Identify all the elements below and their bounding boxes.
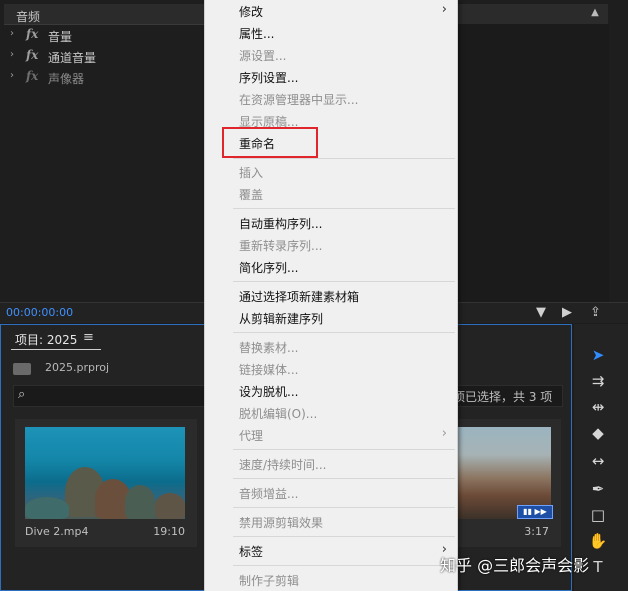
keyframe-area[interactable] xyxy=(454,24,609,304)
menu-item-label: 重新转录序列... xyxy=(239,239,323,253)
menu-item-label: 源设置... xyxy=(239,49,287,63)
fx-icon[interactable]: fx xyxy=(26,27,38,41)
menu-item-label: 脱机编辑(O)... xyxy=(239,407,318,421)
panel-menu-icon[interactable]: ≡ xyxy=(83,330,94,345)
menu-item-source-settings[interactable]: 源设置... xyxy=(205,44,457,66)
media-item-thumbnail[interactable]: Dive 2.mp4 19:10 xyxy=(15,419,197,547)
menu-separator xyxy=(233,208,455,209)
menu-item-make-subclip[interactable]: 制作子剪辑 xyxy=(205,569,457,591)
menu-item-new-sequence-from-clip[interactable]: 从剪辑新建序列 xyxy=(205,307,457,329)
menu-item-modify[interactable]: 修改 › xyxy=(205,0,457,22)
menu-item-label: 简化序列... xyxy=(239,261,299,275)
menu-item-label: 序列设置... xyxy=(239,71,299,85)
menu-item-edit-offline[interactable]: 脱机编辑(O)... xyxy=(205,402,457,424)
bin-folder-icon xyxy=(13,363,31,375)
menu-item-label-color[interactable]: 标签 › xyxy=(205,540,457,562)
menu-item-label: 替换素材... xyxy=(239,341,299,355)
menu-separator xyxy=(233,478,455,479)
menu-item-disable-source-effects[interactable]: 禁用源剪辑效果 xyxy=(205,511,457,533)
menu-item-proxy[interactable]: 代理 › xyxy=(205,424,457,446)
clip-preview-image xyxy=(25,427,185,519)
selection-tool-icon[interactable]: ➤ xyxy=(586,344,610,366)
expand-arrow-icon[interactable]: › xyxy=(10,70,20,81)
submenu-arrow-icon: › xyxy=(441,426,447,441)
menu-item-label: 制作子剪辑 xyxy=(239,574,300,588)
menu-item-label: 在资源管理器中显示... xyxy=(239,93,359,107)
menu-separator xyxy=(233,158,455,159)
menu-item-sequence-settings[interactable]: 序列设置... xyxy=(205,66,457,88)
collapse-up-icon[interactable]: ▲ xyxy=(588,7,602,21)
play-audio-icon[interactable]: ▶ xyxy=(562,305,572,320)
hand-tool-icon[interactable]: ✋ xyxy=(586,530,610,552)
slip-tool-icon[interactable]: ↔ xyxy=(586,450,610,472)
media-item-thumbnail[interactable]: ▮▮ ▶▶ 3:17 xyxy=(457,419,561,547)
menu-item-label: 链接媒体... xyxy=(239,363,299,377)
watermark-text: 知乎 @三郎会声会影 xyxy=(440,556,590,575)
menu-item-link-media[interactable]: 链接媒体... xyxy=(205,358,457,380)
menu-item-label: 从剪辑新建序列 xyxy=(239,312,324,326)
menu-item-label: 覆盖 xyxy=(239,188,264,202)
menu-separator xyxy=(233,507,455,508)
menu-item-retranscribe[interactable]: 重新转录序列... xyxy=(205,234,457,256)
menu-item-label: 标签 xyxy=(239,545,264,559)
timecode-display[interactable]: 00:00:00:00 xyxy=(6,306,73,319)
menu-item-properties[interactable]: 属性... xyxy=(205,22,457,44)
effect-label: 通道音量 xyxy=(48,51,97,65)
project-file-name: 2025.prproj xyxy=(45,361,110,374)
effect-label: 声像器 xyxy=(48,72,85,86)
menu-separator xyxy=(233,449,455,450)
submenu-arrow-icon: › xyxy=(441,2,447,17)
ripple-edit-tool-icon[interactable]: ⇹ xyxy=(586,396,610,418)
expand-arrow-icon[interactable]: › xyxy=(10,28,20,39)
menu-item-label: 代理 xyxy=(239,429,264,443)
fx-icon[interactable]: fx xyxy=(26,69,38,83)
menu-item-label: 速度/持续时间... xyxy=(239,458,327,472)
menu-item-simplify-sequence[interactable]: 简化序列... xyxy=(205,256,457,278)
menu-item-label: 插入 xyxy=(239,166,264,180)
menu-item-speed-duration[interactable]: 速度/持续时间... xyxy=(205,453,457,475)
track-select-tool-icon[interactable]: ⇉ xyxy=(586,370,610,392)
menu-separator xyxy=(233,536,455,537)
menu-item-label: 修改 xyxy=(239,5,264,19)
menu-item-label: 音频增益... xyxy=(239,487,299,501)
menu-item-replace-footage[interactable]: 替换素材... xyxy=(205,336,457,358)
fx-icon[interactable]: fx xyxy=(26,48,38,62)
pen-tool-icon[interactable]: ✒ xyxy=(586,478,610,500)
razor-tool-icon[interactable]: ◆ xyxy=(586,422,610,444)
menu-item-reveal-in-explorer[interactable]: 在资源管理器中显示... xyxy=(205,88,457,110)
project-panel-title[interactable]: 项目: 2025 xyxy=(15,331,77,348)
menu-item-label: 禁用源剪辑效果 xyxy=(239,516,324,530)
menu-separator xyxy=(233,332,455,333)
menu-item-label: 属性... xyxy=(239,27,275,41)
sequence-badge-icon: ▮▮ ▶▶ xyxy=(517,505,553,519)
search-icon: ⌕ xyxy=(18,387,26,402)
menu-item-make-offline[interactable]: 设为脱机... xyxy=(205,380,457,402)
export-icon[interactable]: ⇪ xyxy=(590,305,601,320)
media-item-name: Dive 2.mp4 xyxy=(25,525,89,538)
media-item-duration: 3:17 xyxy=(524,525,549,538)
menu-item-overwrite[interactable]: 覆盖 xyxy=(205,183,457,205)
menu-item-label: 设为脱机... xyxy=(239,385,299,399)
menu-item-audio-gain[interactable]: 音频增益... xyxy=(205,482,457,504)
active-tab-underline xyxy=(11,349,101,350)
menu-item-auto-reframe[interactable]: 自动重构序列... xyxy=(205,212,457,234)
type-tool-icon[interactable]: T xyxy=(586,556,610,578)
audio-section-title: 音频 xyxy=(16,10,41,24)
menu-separator xyxy=(233,565,455,566)
media-item-duration: 19:10 xyxy=(153,525,185,538)
annotation-highlight-box xyxy=(222,127,318,158)
expand-arrow-icon[interactable]: › xyxy=(10,49,20,60)
menu-separator xyxy=(233,281,455,282)
tools-panel: ➤ ⇉ ⇹ ◆ ↔ ✒ □ ✋ T xyxy=(574,324,628,591)
rectangle-tool-icon[interactable]: □ xyxy=(586,504,610,526)
menu-item-new-bin-from-selection[interactable]: 通过选择项新建素材箱 xyxy=(205,285,457,307)
effect-label: 音量 xyxy=(48,30,73,44)
menu-item-label: 通过选择项新建素材箱 xyxy=(239,290,360,304)
filter-icon[interactable]: ▼ xyxy=(536,305,546,320)
context-menu: 修改 › 属性... 源设置... 序列设置... 在资源管理器中显示... 显… xyxy=(204,0,458,591)
selection-count: 项已选择，共 3 项 xyxy=(453,390,553,404)
menu-item-label: 自动重构序列... xyxy=(239,217,323,231)
menu-item-insert[interactable]: 插入 xyxy=(205,161,457,183)
